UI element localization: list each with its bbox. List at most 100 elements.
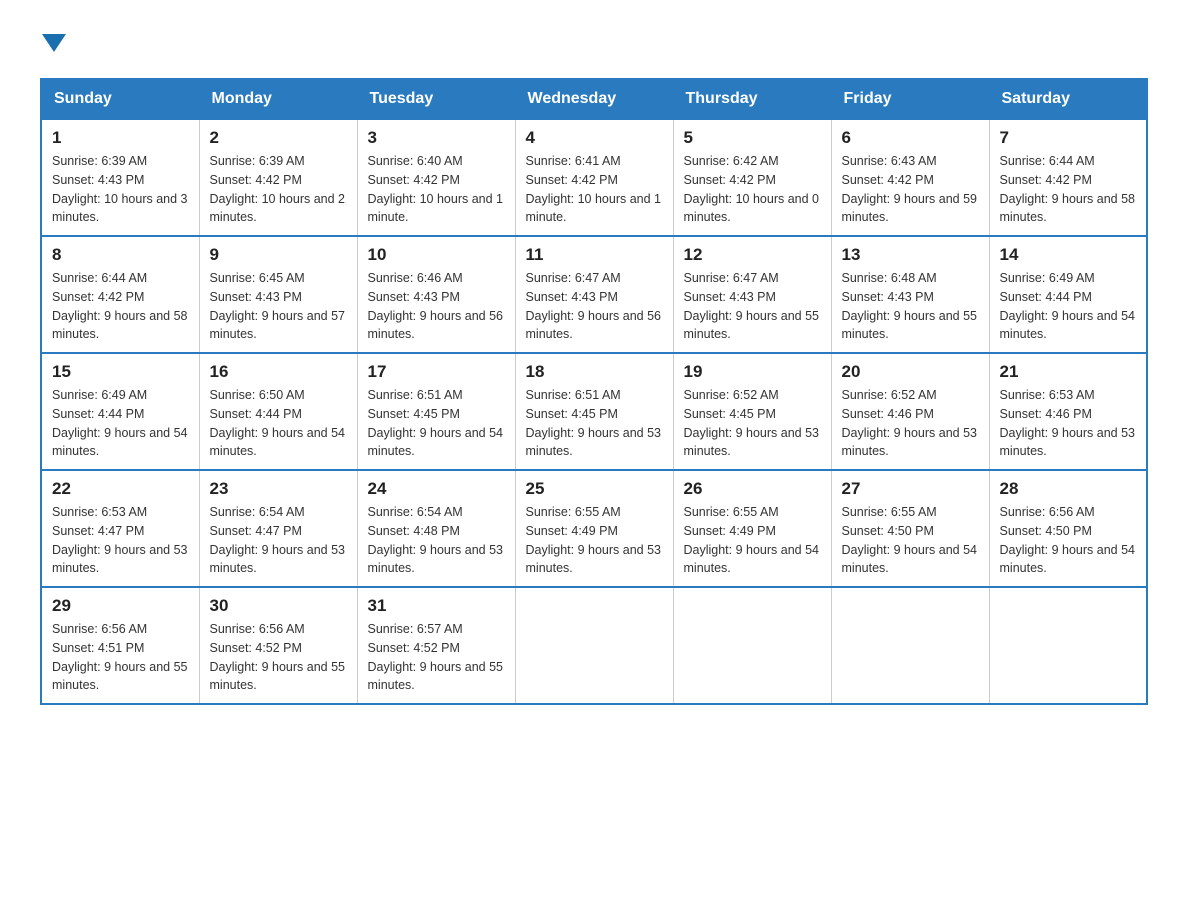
day-number: 1	[52, 128, 189, 148]
day-number: 10	[368, 245, 505, 265]
day-info: Sunrise: 6:52 AM Sunset: 4:46 PM Dayligh…	[842, 386, 979, 461]
day-info: Sunrise: 6:54 AM Sunset: 4:48 PM Dayligh…	[368, 503, 505, 578]
day-info: Sunrise: 6:49 AM Sunset: 4:44 PM Dayligh…	[52, 386, 189, 461]
day-number: 13	[842, 245, 979, 265]
calendar-cell: 18 Sunrise: 6:51 AM Sunset: 4:45 PM Dayl…	[515, 353, 673, 470]
day-number: 26	[684, 479, 821, 499]
day-number: 20	[842, 362, 979, 382]
calendar-cell	[989, 587, 1147, 704]
day-info: Sunrise: 6:57 AM Sunset: 4:52 PM Dayligh…	[368, 620, 505, 695]
day-number: 6	[842, 128, 979, 148]
day-number: 29	[52, 596, 189, 616]
calendar-cell: 29 Sunrise: 6:56 AM Sunset: 4:51 PM Dayl…	[41, 587, 199, 704]
day-number: 18	[526, 362, 663, 382]
day-number: 27	[842, 479, 979, 499]
calendar-cell: 6 Sunrise: 6:43 AM Sunset: 4:42 PM Dayli…	[831, 119, 989, 236]
calendar-cell: 9 Sunrise: 6:45 AM Sunset: 4:43 PM Dayli…	[199, 236, 357, 353]
day-number: 24	[368, 479, 505, 499]
day-info: Sunrise: 6:54 AM Sunset: 4:47 PM Dayligh…	[210, 503, 347, 578]
day-info: Sunrise: 6:55 AM Sunset: 4:49 PM Dayligh…	[684, 503, 821, 578]
calendar-header-wednesday: Wednesday	[515, 79, 673, 119]
day-info: Sunrise: 6:45 AM Sunset: 4:43 PM Dayligh…	[210, 269, 347, 344]
calendar-cell: 14 Sunrise: 6:49 AM Sunset: 4:44 PM Dayl…	[989, 236, 1147, 353]
calendar-cell: 12 Sunrise: 6:47 AM Sunset: 4:43 PM Dayl…	[673, 236, 831, 353]
calendar-week-row: 1 Sunrise: 6:39 AM Sunset: 4:43 PM Dayli…	[41, 119, 1147, 236]
day-info: Sunrise: 6:46 AM Sunset: 4:43 PM Dayligh…	[368, 269, 505, 344]
calendar-cell: 15 Sunrise: 6:49 AM Sunset: 4:44 PM Dayl…	[41, 353, 199, 470]
calendar-cell: 20 Sunrise: 6:52 AM Sunset: 4:46 PM Dayl…	[831, 353, 989, 470]
calendar-week-row: 22 Sunrise: 6:53 AM Sunset: 4:47 PM Dayl…	[41, 470, 1147, 587]
day-number: 31	[368, 596, 505, 616]
day-info: Sunrise: 6:48 AM Sunset: 4:43 PM Dayligh…	[842, 269, 979, 344]
day-number: 14	[1000, 245, 1137, 265]
calendar-cell: 7 Sunrise: 6:44 AM Sunset: 4:42 PM Dayli…	[989, 119, 1147, 236]
calendar-week-row: 8 Sunrise: 6:44 AM Sunset: 4:42 PM Dayli…	[41, 236, 1147, 353]
calendar-cell: 16 Sunrise: 6:50 AM Sunset: 4:44 PM Dayl…	[199, 353, 357, 470]
day-number: 23	[210, 479, 347, 499]
day-number: 15	[52, 362, 189, 382]
calendar-cell	[831, 587, 989, 704]
calendar-header-friday: Friday	[831, 79, 989, 119]
day-number: 28	[1000, 479, 1137, 499]
calendar-cell: 23 Sunrise: 6:54 AM Sunset: 4:47 PM Dayl…	[199, 470, 357, 587]
day-info: Sunrise: 6:39 AM Sunset: 4:43 PM Dayligh…	[52, 152, 189, 227]
calendar-header-thursday: Thursday	[673, 79, 831, 119]
calendar-header-row: SundayMondayTuesdayWednesdayThursdayFrid…	[41, 79, 1147, 119]
calendar-cell: 10 Sunrise: 6:46 AM Sunset: 4:43 PM Dayl…	[357, 236, 515, 353]
logo-text	[40, 30, 66, 58]
day-info: Sunrise: 6:55 AM Sunset: 4:50 PM Dayligh…	[842, 503, 979, 578]
day-info: Sunrise: 6:41 AM Sunset: 4:42 PM Dayligh…	[526, 152, 663, 227]
calendar-cell: 25 Sunrise: 6:55 AM Sunset: 4:49 PM Dayl…	[515, 470, 673, 587]
calendar-cell: 24 Sunrise: 6:54 AM Sunset: 4:48 PM Dayl…	[357, 470, 515, 587]
day-info: Sunrise: 6:47 AM Sunset: 4:43 PM Dayligh…	[526, 269, 663, 344]
logo	[40, 30, 66, 58]
day-info: Sunrise: 6:42 AM Sunset: 4:42 PM Dayligh…	[684, 152, 821, 227]
day-info: Sunrise: 6:43 AM Sunset: 4:42 PM Dayligh…	[842, 152, 979, 227]
calendar-cell: 17 Sunrise: 6:51 AM Sunset: 4:45 PM Dayl…	[357, 353, 515, 470]
day-number: 5	[684, 128, 821, 148]
day-number: 19	[684, 362, 821, 382]
day-info: Sunrise: 6:49 AM Sunset: 4:44 PM Dayligh…	[1000, 269, 1137, 344]
day-info: Sunrise: 6:44 AM Sunset: 4:42 PM Dayligh…	[52, 269, 189, 344]
calendar-cell	[515, 587, 673, 704]
calendar-cell: 13 Sunrise: 6:48 AM Sunset: 4:43 PM Dayl…	[831, 236, 989, 353]
day-number: 3	[368, 128, 505, 148]
day-number: 16	[210, 362, 347, 382]
day-number: 9	[210, 245, 347, 265]
calendar-cell: 30 Sunrise: 6:56 AM Sunset: 4:52 PM Dayl…	[199, 587, 357, 704]
day-info: Sunrise: 6:51 AM Sunset: 4:45 PM Dayligh…	[526, 386, 663, 461]
calendar-cell: 4 Sunrise: 6:41 AM Sunset: 4:42 PM Dayli…	[515, 119, 673, 236]
calendar-table: SundayMondayTuesdayWednesdayThursdayFrid…	[40, 78, 1148, 705]
calendar-header-sunday: Sunday	[41, 79, 199, 119]
calendar-header-saturday: Saturday	[989, 79, 1147, 119]
calendar-cell: 27 Sunrise: 6:55 AM Sunset: 4:50 PM Dayl…	[831, 470, 989, 587]
calendar-week-row: 29 Sunrise: 6:56 AM Sunset: 4:51 PM Dayl…	[41, 587, 1147, 704]
logo-triangle-icon	[42, 34, 66, 52]
day-number: 17	[368, 362, 505, 382]
day-number: 4	[526, 128, 663, 148]
calendar-cell: 26 Sunrise: 6:55 AM Sunset: 4:49 PM Dayl…	[673, 470, 831, 587]
day-info: Sunrise: 6:47 AM Sunset: 4:43 PM Dayligh…	[684, 269, 821, 344]
day-number: 30	[210, 596, 347, 616]
day-info: Sunrise: 6:56 AM Sunset: 4:52 PM Dayligh…	[210, 620, 347, 695]
day-number: 21	[1000, 362, 1137, 382]
day-info: Sunrise: 6:53 AM Sunset: 4:46 PM Dayligh…	[1000, 386, 1137, 461]
calendar-week-row: 15 Sunrise: 6:49 AM Sunset: 4:44 PM Dayl…	[41, 353, 1147, 470]
calendar-cell: 8 Sunrise: 6:44 AM Sunset: 4:42 PM Dayli…	[41, 236, 199, 353]
calendar-cell: 11 Sunrise: 6:47 AM Sunset: 4:43 PM Dayl…	[515, 236, 673, 353]
calendar-cell: 1 Sunrise: 6:39 AM Sunset: 4:43 PM Dayli…	[41, 119, 199, 236]
calendar-cell: 3 Sunrise: 6:40 AM Sunset: 4:42 PM Dayli…	[357, 119, 515, 236]
calendar-cell: 19 Sunrise: 6:52 AM Sunset: 4:45 PM Dayl…	[673, 353, 831, 470]
day-info: Sunrise: 6:56 AM Sunset: 4:50 PM Dayligh…	[1000, 503, 1137, 578]
day-number: 8	[52, 245, 189, 265]
calendar-header-tuesday: Tuesday	[357, 79, 515, 119]
day-info: Sunrise: 6:55 AM Sunset: 4:49 PM Dayligh…	[526, 503, 663, 578]
day-info: Sunrise: 6:44 AM Sunset: 4:42 PM Dayligh…	[1000, 152, 1137, 227]
calendar-cell: 5 Sunrise: 6:42 AM Sunset: 4:42 PM Dayli…	[673, 119, 831, 236]
day-info: Sunrise: 6:39 AM Sunset: 4:42 PM Dayligh…	[210, 152, 347, 227]
calendar-cell: 31 Sunrise: 6:57 AM Sunset: 4:52 PM Dayl…	[357, 587, 515, 704]
day-number: 22	[52, 479, 189, 499]
page-header	[40, 30, 1148, 58]
day-info: Sunrise: 6:50 AM Sunset: 4:44 PM Dayligh…	[210, 386, 347, 461]
day-number: 25	[526, 479, 663, 499]
